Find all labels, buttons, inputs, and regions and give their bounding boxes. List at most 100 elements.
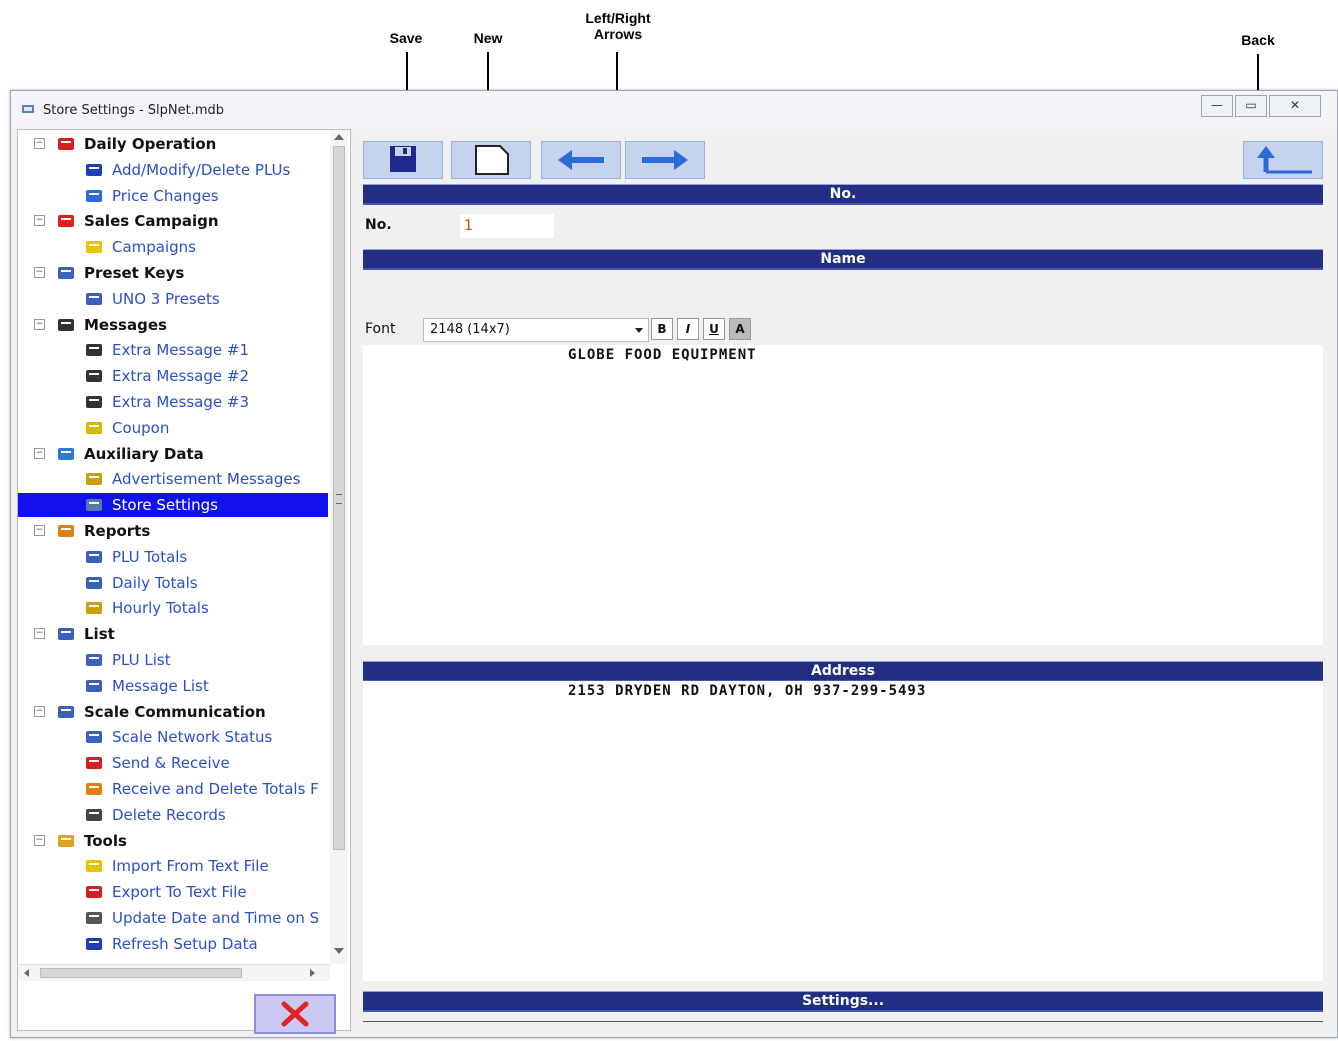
italic-toggle[interactable]: I <box>677 318 699 340</box>
tree-item[interactable]: Advertisement Messages <box>18 467 328 491</box>
tree-category[interactable]: − Preset Keys <box>18 261 328 285</box>
tree-item[interactable]: Add/Modify/Delete PLUs <box>18 158 328 182</box>
tree-item[interactable]: Import From Text File <box>18 854 328 878</box>
tree-collapse-toggle[interactable]: − <box>34 138 45 149</box>
tree-item[interactable]: Export To Text File <box>18 880 328 904</box>
preset-keys-icon <box>56 264 76 282</box>
callout-back: Back <box>1241 32 1275 48</box>
save-button[interactable] <box>363 141 443 179</box>
scroll-left-arrow[interactable] <box>24 969 29 977</box>
tree-category[interactable]: − List <box>18 622 328 646</box>
new-button[interactable] <box>451 141 531 179</box>
tree-item[interactable]: Refresh Setup Data <box>18 932 328 956</box>
plu-list-icon <box>84 651 104 669</box>
left-arrow-icon <box>558 150 604 170</box>
tree-item[interactable]: Extra Message #3 <box>18 390 328 414</box>
app-window: Store Settings - SlpNet.mdb — ▭ ✕ − Daily… <box>10 90 1338 1038</box>
previous-arrow-button[interactable] <box>541 141 621 179</box>
tree-item[interactable]: UNO 3 Presets <box>18 287 328 311</box>
close-window-button[interactable]: ✕ <box>1269 95 1321 117</box>
tree-item[interactable]: Message List <box>18 674 328 698</box>
tree-label: Scale Communication <box>84 702 266 721</box>
underline-toggle[interactable]: U <box>703 318 725 340</box>
font-dropdown-value: 2148 (14x7) <box>430 322 510 337</box>
tree-label: Hourly Totals <box>112 599 209 618</box>
tree-category[interactable]: − Reports <box>18 519 328 543</box>
tree-label: Scale Network Status <box>112 728 273 747</box>
tree-collapse-toggle[interactable]: − <box>34 215 45 227</box>
scroll-grip-icon <box>336 494 342 504</box>
tree-item[interactable]: PLU Totals <box>18 545 328 569</box>
tree-horizontal-scrollbar[interactable] <box>18 964 330 981</box>
tree-item[interactable]: Hourly Totals <box>18 596 328 620</box>
tree-collapse-toggle[interactable]: − <box>34 834 45 846</box>
scroll-down-arrow[interactable] <box>334 948 344 954</box>
font-dropdown[interactable]: 2148 (14x7) <box>423 318 649 342</box>
tree-label: Extra Message #2 <box>112 367 249 386</box>
send-receive-icon <box>84 754 104 772</box>
tree-item[interactable]: Update Date and Time on S <box>18 906 328 930</box>
red-x-icon <box>281 1001 309 1027</box>
minimize-button[interactable]: — <box>1201 95 1233 117</box>
scroll-right-arrow[interactable] <box>310 969 315 977</box>
network-icon <box>84 728 104 746</box>
tree-category[interactable]: − Daily Operation <box>18 132 328 156</box>
tree-collapse-toggle[interactable]: − <box>34 447 45 459</box>
tree-item[interactable]: Campaigns <box>18 235 328 259</box>
tree-label: Extra Message #3 <box>112 393 249 411</box>
tree-label: Add/Modify/Delete PLUs <box>112 160 291 179</box>
name-section-header: Name <box>363 249 1323 270</box>
back-button[interactable] <box>1243 141 1323 179</box>
settings-section-header[interactable]: Settings... <box>363 991 1323 1012</box>
next-arrow-button[interactable] <box>625 141 705 179</box>
address-text-area[interactable]: 2153 DRYDEN RD DAYTON, OH 937-299-5493 <box>363 681 1323 981</box>
tree-item[interactable]: PLU List <box>18 648 328 672</box>
invert-toggle[interactable]: A <box>729 318 751 340</box>
hourly-totals-icon <box>84 599 104 617</box>
tree-label: Store Settings <box>112 496 218 515</box>
exit-button[interactable] <box>254 994 336 1034</box>
tree-category[interactable]: − Messages <box>18 313 328 337</box>
tree-item[interactable]: Daily Totals <box>18 571 328 595</box>
tree-collapse-toggle[interactable]: − <box>34 705 45 717</box>
tree-label: Price Changes <box>112 186 219 205</box>
tree-collapse-toggle[interactable]: − <box>34 318 45 330</box>
tree-category[interactable]: − Scale Communication <box>18 700 328 724</box>
tree-item[interactable]: Scale Network Status <box>18 725 328 749</box>
tree-item[interactable]: Send & Receive <box>18 751 328 775</box>
tree-item[interactable]: Extra Message #1 <box>18 338 328 362</box>
store-settings-panel: No. No. 1 Name Font 2148 (14x7) B I U A … <box>351 129 1335 1029</box>
tree-vertical-scrollbar[interactable] <box>330 130 348 964</box>
tree-item[interactable]: Store Settings <box>18 493 328 518</box>
tree-label: Messages <box>84 315 167 334</box>
tree-item[interactable]: Receive and Delete Totals F <box>18 777 328 801</box>
callout-arrows-line2: Arrows <box>593 26 643 42</box>
tree-label: Delete Records <box>112 805 226 824</box>
tree-category[interactable]: − Tools <box>18 829 328 853</box>
tree-item[interactable]: Coupon <box>18 416 328 440</box>
tree-item[interactable]: Delete Records <box>18 803 328 827</box>
right-arrow-icon <box>642 150 688 170</box>
maximize-button[interactable]: ▭ <box>1235 95 1267 117</box>
tree-collapse-toggle[interactable]: − <box>34 525 45 536</box>
no-input[interactable]: 1 <box>459 213 555 239</box>
presets-icon <box>84 290 104 308</box>
scroll-up-arrow[interactable] <box>334 134 344 140</box>
bold-toggle[interactable]: B <box>651 318 673 340</box>
navigation-tree: − Daily Operation Add/Modify/Delete PLUs Pr… <box>18 130 330 964</box>
hscroll-thumb[interactable] <box>40 968 242 978</box>
tree-label: Extra Message #1 <box>112 341 249 360</box>
name-text-line: GLOBE FOOD EQUIPMENT <box>568 347 757 363</box>
tree-collapse-toggle[interactable]: − <box>34 267 45 278</box>
tree-item[interactable]: Extra Message #2 <box>18 364 328 388</box>
no-section-header: No. <box>363 184 1323 205</box>
monitor-icon <box>56 703 76 721</box>
name-text-area[interactable]: GLOBE FOOD EQUIPMENT <box>363 345 1323 645</box>
tree-category[interactable]: − Sales Campaign <box>18 209 328 233</box>
tree-label: Advertisement Messages <box>112 470 301 489</box>
tree-collapse-toggle[interactable]: − <box>34 628 45 640</box>
tree-category[interactable]: − Auxiliary Data <box>18 442 328 466</box>
tree-item[interactable]: Price Changes <box>18 184 328 208</box>
tree-label: Tools <box>84 831 127 850</box>
import-icon <box>84 857 104 875</box>
